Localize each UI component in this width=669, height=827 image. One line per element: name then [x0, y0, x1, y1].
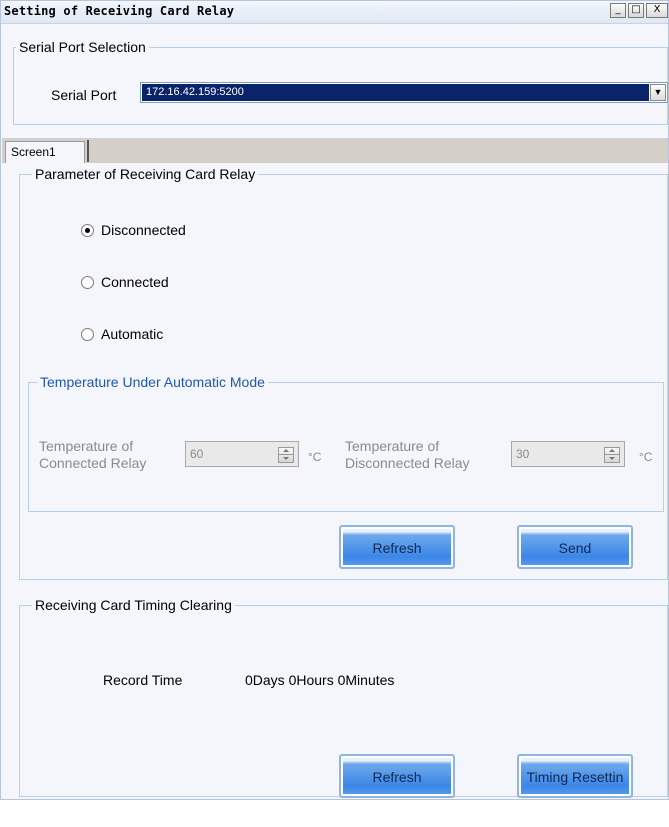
auto-mode-group-title: Temperature Under Automatic Mode — [37, 374, 268, 390]
disconnected-temp-spinner[interactable]: 30 — [511, 441, 625, 467]
radio-connected[interactable] — [81, 276, 94, 289]
screen-tabstrip: Screen1 — [2, 138, 668, 163]
spin-arrows-icon[interactable] — [604, 447, 620, 463]
title-bar[interactable]: Setting of Receiving Card Relay _ □ X — [1, 1, 668, 24]
timing-reset-button[interactable]: Timing Resettin — [517, 754, 633, 798]
disconnected-temp-unit: °C — [639, 450, 653, 464]
disconnected-temp-label-line1: Temperature of — [345, 438, 440, 454]
relay-refresh-button[interactable]: Refresh — [339, 525, 455, 569]
relay-parameter-group-title: Parameter of Receiving Card Relay — [32, 166, 259, 182]
radio-automatic[interactable] — [81, 328, 94, 341]
connected-temp-label-line1: Temperature of — [39, 438, 134, 454]
connected-temp-value: 60 — [190, 447, 204, 461]
record-time-label: Record Time — [103, 672, 183, 688]
record-time-value: 0Days 0Hours 0Minutes — [245, 672, 395, 688]
serial-port-select[interactable]: 172.16.42.159:5200 ▼ — [140, 82, 668, 103]
window-title: Setting of Receiving Card Relay — [4, 4, 235, 18]
serial-port-label: Serial Port — [51, 87, 117, 103]
radio-connected-label[interactable]: Connected — [101, 274, 169, 290]
radio-automatic-label[interactable]: Automatic — [101, 326, 163, 342]
serial-port-group-title: Serial Port Selection — [16, 39, 149, 55]
tab-divider — [87, 140, 89, 162]
relay-settings-window: Setting of Receiving Card Relay _ □ X Se… — [0, 0, 669, 800]
relay-send-button[interactable]: Send — [517, 525, 633, 569]
connected-temp-label-line2: Connected Relay — [39, 455, 147, 471]
tab-screen1[interactable]: Screen1 — [5, 141, 85, 163]
minimize-button[interactable]: _ — [610, 3, 626, 18]
timing-clearing-group-title: Receiving Card Timing Clearing — [32, 597, 235, 613]
chevron-down-icon[interactable]: ▼ — [650, 84, 666, 101]
disconnected-temp-label-line2: Disconnected Relay — [345, 455, 470, 471]
timing-refresh-button[interactable]: Refresh — [339, 754, 455, 798]
disconnected-temp-value: 30 — [516, 447, 530, 461]
connected-temp-spinner[interactable]: 60 — [185, 441, 299, 467]
spin-arrows-icon[interactable] — [278, 447, 294, 463]
radio-disconnected-label[interactable]: Disconnected — [101, 222, 186, 238]
serial-port-selected-value: 172.16.42.159:5200 — [142, 84, 649, 101]
close-button[interactable]: X — [646, 3, 668, 18]
radio-disconnected[interactable] — [81, 224, 94, 237]
maximize-button[interactable]: □ — [628, 3, 644, 18]
connected-temp-unit: °C — [308, 450, 322, 464]
